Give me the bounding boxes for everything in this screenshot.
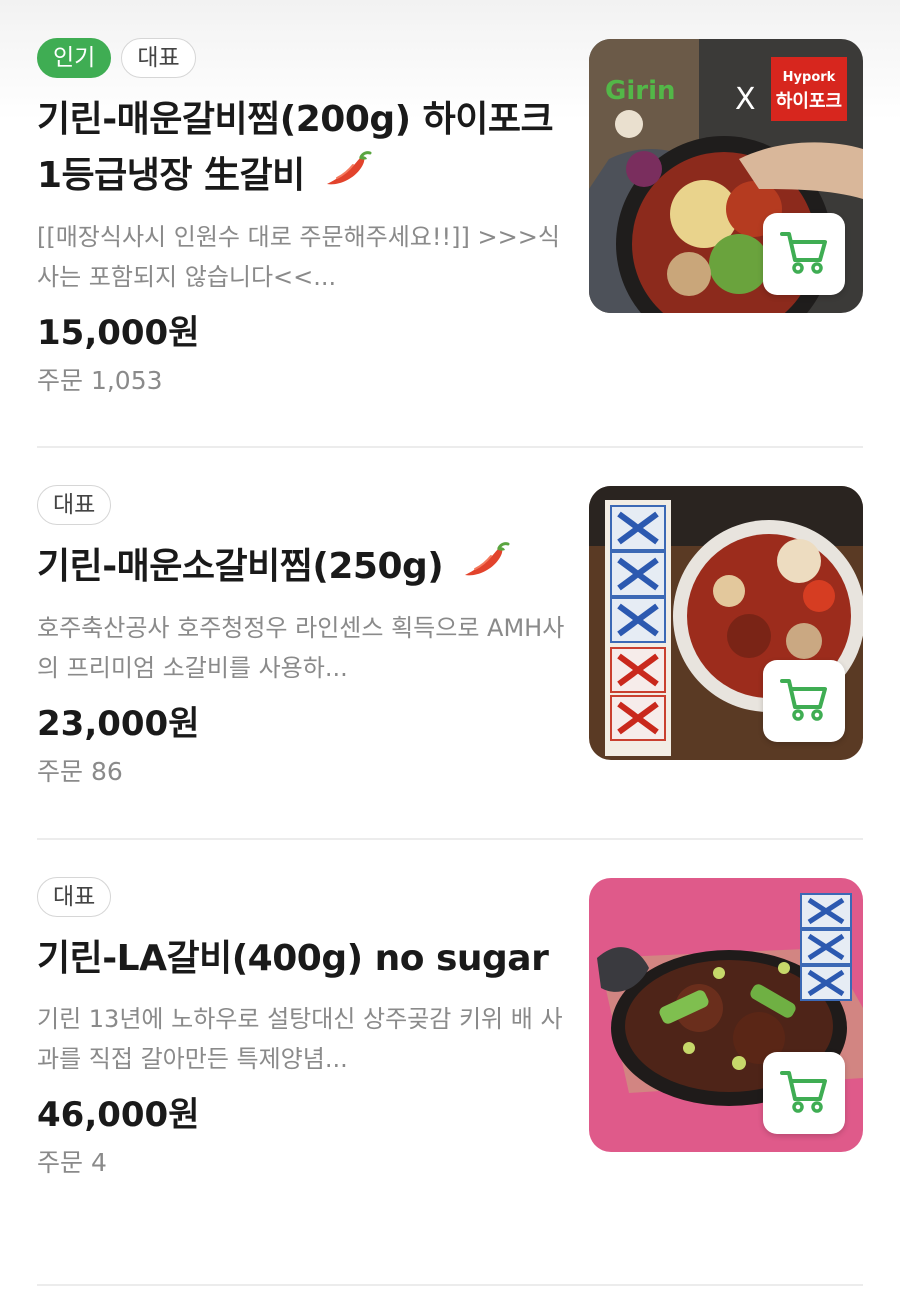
menu-title[interactable]: 기린-매운소갈비찜(250g) xyxy=(37,539,567,596)
menu-item[interactable]: 대표 기린-매운소갈비찜(250g) 호주축산공사 호주청정우 라인센스 획득으… xyxy=(37,485,863,805)
menu-title-text: 기린-매운소갈비찜(250g) xyxy=(37,546,444,587)
menu-price: 46,000원 xyxy=(37,1095,200,1135)
chili-pepper-icon xyxy=(323,149,373,205)
menu-item[interactable]: 대표 기린-LA갈비(400g) no sugar 기린 13년에 노하우로 설… xyxy=(37,877,863,1247)
divider xyxy=(37,446,863,448)
menu-image[interactable]: Girin X Hypork 하이포크 xyxy=(589,39,863,313)
order-count: 주문 4 xyxy=(37,1148,107,1177)
chili-pepper-icon xyxy=(461,540,511,596)
add-to-cart-button[interactable] xyxy=(763,1052,845,1134)
add-to-cart-button[interactable] xyxy=(763,660,845,742)
representative-badge: 대표 xyxy=(37,877,112,917)
cart-icon xyxy=(779,677,829,725)
divider xyxy=(37,838,863,840)
menu-price: 15,000원 xyxy=(37,313,200,353)
menu-item-text: 대표 기린-매운소갈비찜(250g) 호주축산공사 호주청정우 라인센스 획득으… xyxy=(37,485,567,792)
representative-badge: 대표 xyxy=(37,485,112,525)
badge-row: 대표 xyxy=(37,877,567,917)
badge-row: 인기 대표 xyxy=(37,38,567,78)
menu-item[interactable]: 인기 대표 기린-매운갈비찜(200g) 하이포크1등급냉장 生갈비 [[매장식… xyxy=(37,38,863,410)
image-logo-brand-en: Hypork xyxy=(783,70,836,85)
menu-title-text: 기린-LA갈비(400g) no sugar xyxy=(37,938,549,979)
order-count: 주문 86 xyxy=(37,757,123,786)
menu-image[interactable] xyxy=(589,878,863,1152)
cart-icon xyxy=(779,230,829,278)
divider xyxy=(37,1284,863,1286)
image-logo-brand-ko: 하이포크 xyxy=(776,91,842,112)
order-count: 주문 1,053 xyxy=(37,366,163,395)
popular-badge: 인기 xyxy=(37,38,112,78)
add-to-cart-button[interactable] xyxy=(763,213,845,295)
menu-title-text: 기린-매운갈비찜(200g) 하이포크1등급냉장 生갈비 xyxy=(37,99,554,196)
menu-description: 기린 13년에 노하우로 설탕대신 상주곶감 키위 배 사과를 직접 갈아만든 … xyxy=(37,1005,563,1073)
menu-title[interactable]: 기린-매운갈비찜(200g) 하이포크1등급냉장 生갈비 xyxy=(37,92,567,205)
image-logo-left: Girin xyxy=(605,76,676,106)
representative-badge: 대표 xyxy=(121,38,196,78)
menu-price: 23,000원 xyxy=(37,704,200,744)
menu-image[interactable] xyxy=(589,486,863,760)
menu-description: [[매장식사시 인원수 대로 주문해주세요!!]] >>>식사는 포함되지 않습… xyxy=(37,223,560,291)
cart-icon xyxy=(779,1069,829,1117)
menu-description: 호주축산공사 호주청정우 라인센스 획득으로 AMH사의 프리미엄 소갈비를 사… xyxy=(37,614,565,682)
menu-item-text: 대표 기린-LA갈비(400g) no sugar 기린 13년에 노하우로 설… xyxy=(37,877,567,1183)
menu-title[interactable]: 기린-LA갈비(400g) no sugar xyxy=(37,931,567,987)
menu-item-text: 인기 대표 기린-매운갈비찜(200g) 하이포크1등급냉장 生갈비 [[매장식… xyxy=(37,38,567,401)
image-logo-x: X xyxy=(735,82,756,117)
badge-row: 대표 xyxy=(37,485,567,525)
